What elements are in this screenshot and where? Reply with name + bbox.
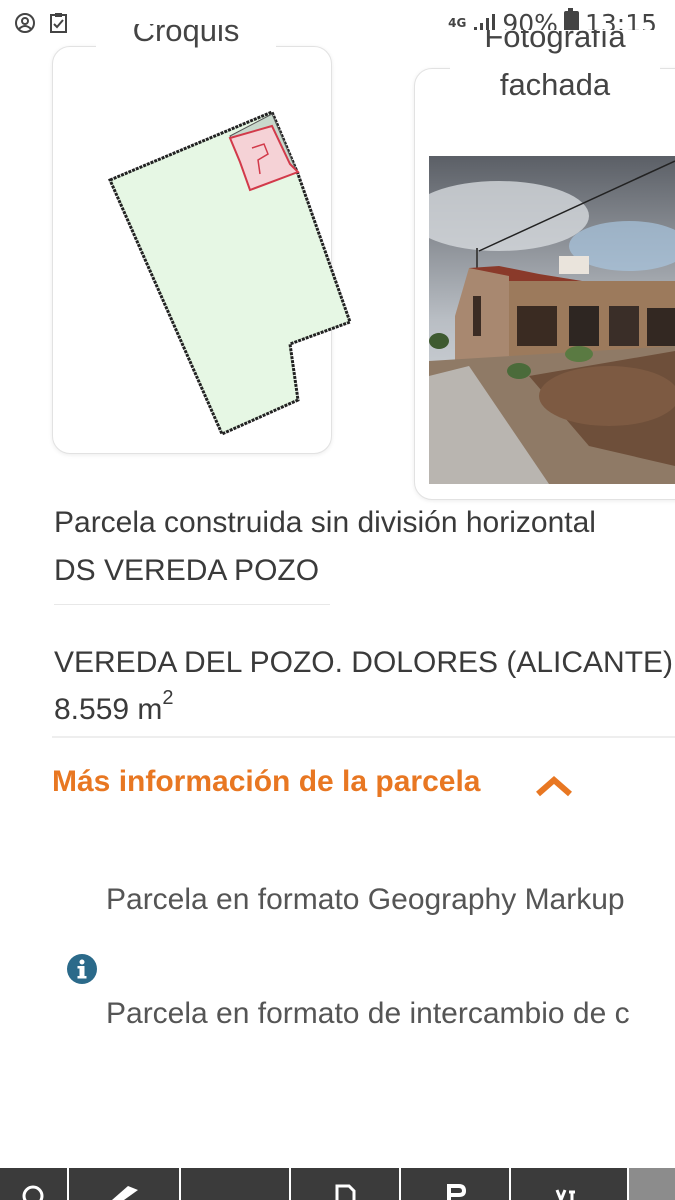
exchange-format-link[interactable]: Parcela en formato de intercambio de c [106, 997, 630, 1031]
text-icon [555, 1189, 575, 1200]
search-button[interactable] [0, 1168, 69, 1200]
toolbar-button-7[interactable] [628, 1168, 675, 1200]
parcel-area: 8.559 m2 [54, 687, 174, 726]
divider [54, 604, 330, 605]
divider [52, 736, 675, 738]
facade-photo [429, 156, 675, 484]
toolbar-button-3[interactable] [181, 1168, 291, 1200]
toolbar-button-6[interactable] [511, 1168, 629, 1200]
bottom-toolbar [0, 1168, 675, 1200]
layers-button[interactable] [69, 1168, 181, 1200]
area-unit-exponent: 2 [162, 687, 174, 709]
layers-icon [111, 1186, 138, 1200]
parcel-sketch [108, 110, 352, 436]
checklist-icon [50, 13, 67, 33]
chevron-up-icon[interactable] [534, 770, 574, 800]
parcel-outline [108, 110, 352, 436]
document-icon [335, 1184, 356, 1200]
gml-download-link[interactable]: Parcela en formato Geography Markup [106, 883, 625, 917]
search-icon [22, 1185, 44, 1200]
croquis-title: Croquis [96, 24, 276, 60]
parking-button[interactable] [401, 1168, 511, 1200]
parcel-type: Parcela construida sin división horizont… [54, 506, 596, 539]
network-indicator: 4G [448, 16, 467, 30]
more-info-toggle[interactable]: Más información de la parcela [52, 765, 480, 799]
parcel-reference: DS VEREDA POZO [54, 554, 320, 587]
parcel-address: VEREDA DEL POZO. DOLORES (ALICANTE) [54, 646, 674, 679]
account-icon [15, 13, 35, 33]
photo-title: Fotografía fachada [450, 30, 660, 106]
info-icon[interactable] [66, 953, 98, 985]
bookmark-icon [446, 1184, 466, 1200]
document-button[interactable] [291, 1168, 401, 1200]
